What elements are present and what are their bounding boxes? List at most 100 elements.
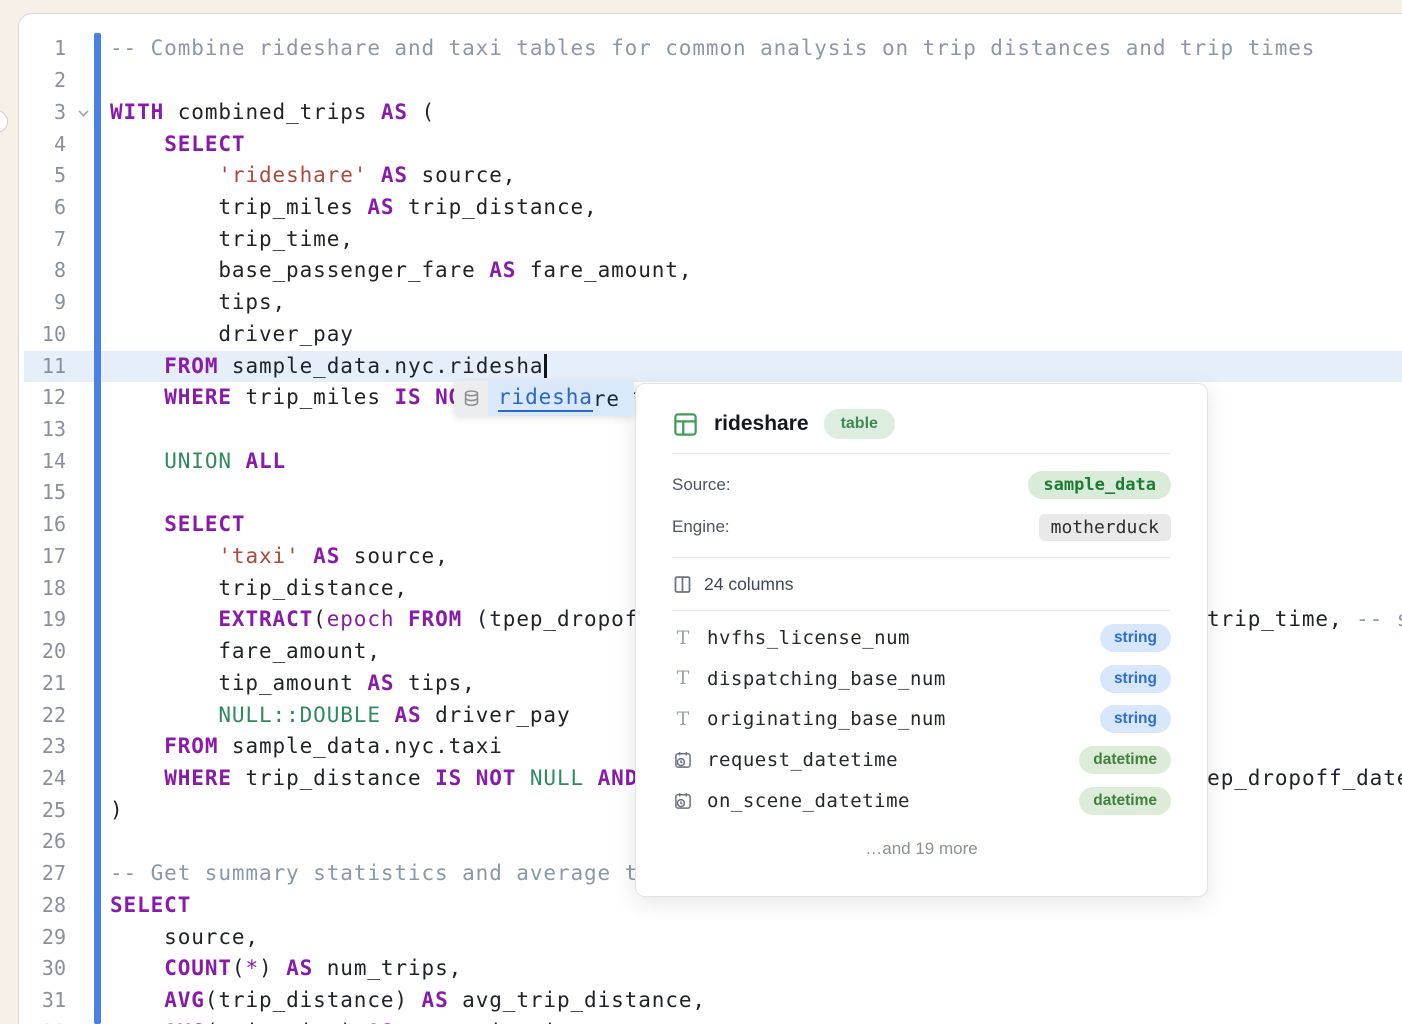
columns-count-label: 24 columns bbox=[704, 574, 794, 595]
line-number[interactable]: 12 bbox=[0, 382, 66, 414]
code-line-text: base_passenger_fare AS fare_amount, bbox=[110, 255, 692, 287]
engine-row: Engine: motherduck bbox=[672, 506, 1171, 548]
columns-count-row: 24 columns bbox=[636, 558, 1207, 610]
line-number[interactable]: 6 bbox=[0, 192, 66, 224]
chevron-down-icon[interactable] bbox=[78, 106, 88, 116]
code-line-text: FROM sample_data.nyc.taxi bbox=[110, 731, 503, 763]
table-info-popup: rideshare table Source: sample_data Engi… bbox=[635, 383, 1208, 897]
column-type-badge: datetime bbox=[1079, 746, 1171, 774]
code-line-10[interactable]: 10 driver_pay bbox=[0, 319, 1402, 351]
column-name: request_datetime bbox=[707, 749, 1079, 771]
autocomplete-rest-text: re bbox=[593, 387, 620, 411]
code-line-text: ) bbox=[110, 795, 124, 827]
line-number[interactable]: 8 bbox=[0, 255, 66, 287]
line-number[interactable]: 31 bbox=[0, 985, 66, 1017]
code-line-31[interactable]: 31 AVG(trip_distance) AS avg_trip_distan… bbox=[0, 985, 1402, 1017]
code-line-text: FROM sample_data.nyc.ridesha bbox=[110, 351, 547, 383]
code-line-text: tips, bbox=[110, 287, 286, 319]
code-line-2[interactable]: 2 bbox=[0, 65, 1402, 97]
code-line-text: -- Combine rideshare and taxi tables for… bbox=[110, 33, 1315, 65]
line-number[interactable]: 19 bbox=[0, 604, 66, 636]
line-number[interactable]: 25 bbox=[0, 795, 66, 827]
datetime-type-icon bbox=[672, 791, 694, 811]
code-line-6[interactable]: 6 trip_miles AS trip_distance, bbox=[0, 192, 1402, 224]
popup-table-title: rideshare bbox=[714, 412, 809, 436]
line-number[interactable]: 24 bbox=[0, 763, 66, 795]
code-line-7[interactable]: 7 trip_time, bbox=[0, 224, 1402, 256]
code-line-text: AVG(trip_distance) AS avg_trip_distance, bbox=[110, 985, 706, 1017]
line-number[interactable]: 7 bbox=[0, 224, 66, 256]
line-number[interactable]: 28 bbox=[0, 890, 66, 922]
line-number[interactable]: 2 bbox=[0, 65, 66, 97]
string-type-icon: T bbox=[672, 669, 694, 688]
column-type-badge: string bbox=[1100, 624, 1171, 652]
code-line-text: SELECT bbox=[110, 890, 191, 922]
code-line-text: source, bbox=[110, 922, 259, 954]
line-number[interactable]: 13 bbox=[0, 414, 66, 446]
line-number[interactable]: 15 bbox=[0, 477, 66, 509]
code-line-9[interactable]: 9 tips, bbox=[0, 287, 1402, 319]
columns-icon bbox=[672, 574, 693, 595]
line-number[interactable]: 16 bbox=[0, 509, 66, 541]
line-number[interactable]: 14 bbox=[0, 446, 66, 478]
column-list: Thvfhs_license_numstringTdispatching_bas… bbox=[636, 611, 1207, 821]
code-line-3[interactable]: 3WITH combined_trips AS ( bbox=[0, 97, 1402, 129]
code-line-text: 'rideshare' AS source, bbox=[110, 160, 516, 192]
line-number[interactable]: 4 bbox=[0, 129, 66, 161]
datetime-type-icon bbox=[672, 750, 694, 770]
source-row: Source: sample_data bbox=[672, 464, 1171, 506]
column-row-originating_base_num: Toriginating_base_numstring bbox=[636, 699, 1207, 740]
line-number[interactable]: 29 bbox=[0, 922, 66, 954]
code-line-8[interactable]: 8 base_passenger_fare AS fare_amount, bbox=[0, 255, 1402, 287]
code-line-30[interactable]: 30 COUNT(*) AS num_trips, bbox=[0, 953, 1402, 985]
code-line-1[interactable]: 1 -- Combine rideshare and taxi tables fo… bbox=[0, 33, 1402, 65]
line-number[interactable]: 9 bbox=[0, 287, 66, 319]
code-line-text: trip_time, bbox=[110, 224, 354, 256]
line-number[interactable]: 10 bbox=[0, 319, 66, 351]
code-line-4[interactable]: 4 SELECT bbox=[0, 129, 1402, 161]
code-line-text: trip_miles AS trip_distance, bbox=[110, 192, 598, 224]
line-number[interactable]: 21 bbox=[0, 668, 66, 700]
line-number[interactable]: 1 bbox=[0, 33, 66, 65]
line-number[interactable]: 20 bbox=[0, 636, 66, 668]
code-line-5[interactable]: 5 'rideshare' AS source, bbox=[0, 160, 1402, 192]
text-caret bbox=[544, 354, 547, 378]
popup-header: rideshare table bbox=[636, 404, 1207, 444]
column-name: on_scene_datetime bbox=[707, 790, 1079, 812]
column-type-badge: string bbox=[1100, 705, 1171, 733]
engine-label: Engine: bbox=[672, 517, 730, 537]
line-number[interactable]: 32 bbox=[0, 1017, 66, 1024]
code-line-text: AVG(trip_time) AS avg_trip_time, bbox=[110, 1017, 598, 1024]
column-name: dispatching_base_num bbox=[707, 668, 1100, 690]
line-number[interactable]: 23 bbox=[0, 731, 66, 763]
source-label: Source: bbox=[672, 475, 731, 495]
string-type-icon: T bbox=[672, 629, 694, 648]
column-type-badge: datetime bbox=[1079, 787, 1171, 815]
column-row-on_scene_datetime: on_scene_datetimedatetime bbox=[636, 780, 1207, 821]
sql-editor-screen: 1 -- Combine rideshare and taxi tables fo… bbox=[0, 0, 1402, 1024]
line-number[interactable]: 30 bbox=[0, 953, 66, 985]
autocomplete-dropdown: rideshare bbox=[454, 381, 634, 416]
autocomplete-item-rideshare[interactable]: rideshare bbox=[488, 381, 634, 416]
column-row-dispatching_base_num: Tdispatching_base_numstring bbox=[636, 659, 1207, 700]
code-line-32[interactable]: 32 AVG(trip_time) AS avg_trip_time, bbox=[0, 1017, 1402, 1024]
line-number[interactable]: 5 bbox=[0, 160, 66, 192]
line-number[interactable]: 17 bbox=[0, 541, 66, 573]
line-number[interactable]: 22 bbox=[0, 700, 66, 732]
source-value-badge: sample_data bbox=[1028, 471, 1171, 499]
line-number[interactable]: 26 bbox=[0, 826, 66, 858]
line-number[interactable]: 18 bbox=[0, 573, 66, 605]
engine-value-badge: motherduck bbox=[1039, 514, 1171, 541]
column-name: originating_base_num bbox=[707, 708, 1100, 730]
gutter-accent-bar bbox=[94, 33, 101, 1024]
code-line-11[interactable]: 11 FROM sample_data.nyc.ridesha bbox=[0, 351, 1402, 383]
line-number[interactable]: 27 bbox=[0, 858, 66, 890]
line-number[interactable]: 11 bbox=[0, 351, 66, 383]
line-number[interactable]: 3 bbox=[0, 97, 66, 129]
autocomplete-match-text: ridesha bbox=[498, 385, 593, 412]
code-line-29[interactable]: 29 source, bbox=[0, 922, 1402, 954]
column-name: hvfhs_license_num bbox=[707, 627, 1100, 649]
code-line-text: SELECT bbox=[110, 509, 245, 541]
column-type-badge: string bbox=[1100, 665, 1171, 693]
code-line-text: SELECT bbox=[110, 129, 245, 161]
